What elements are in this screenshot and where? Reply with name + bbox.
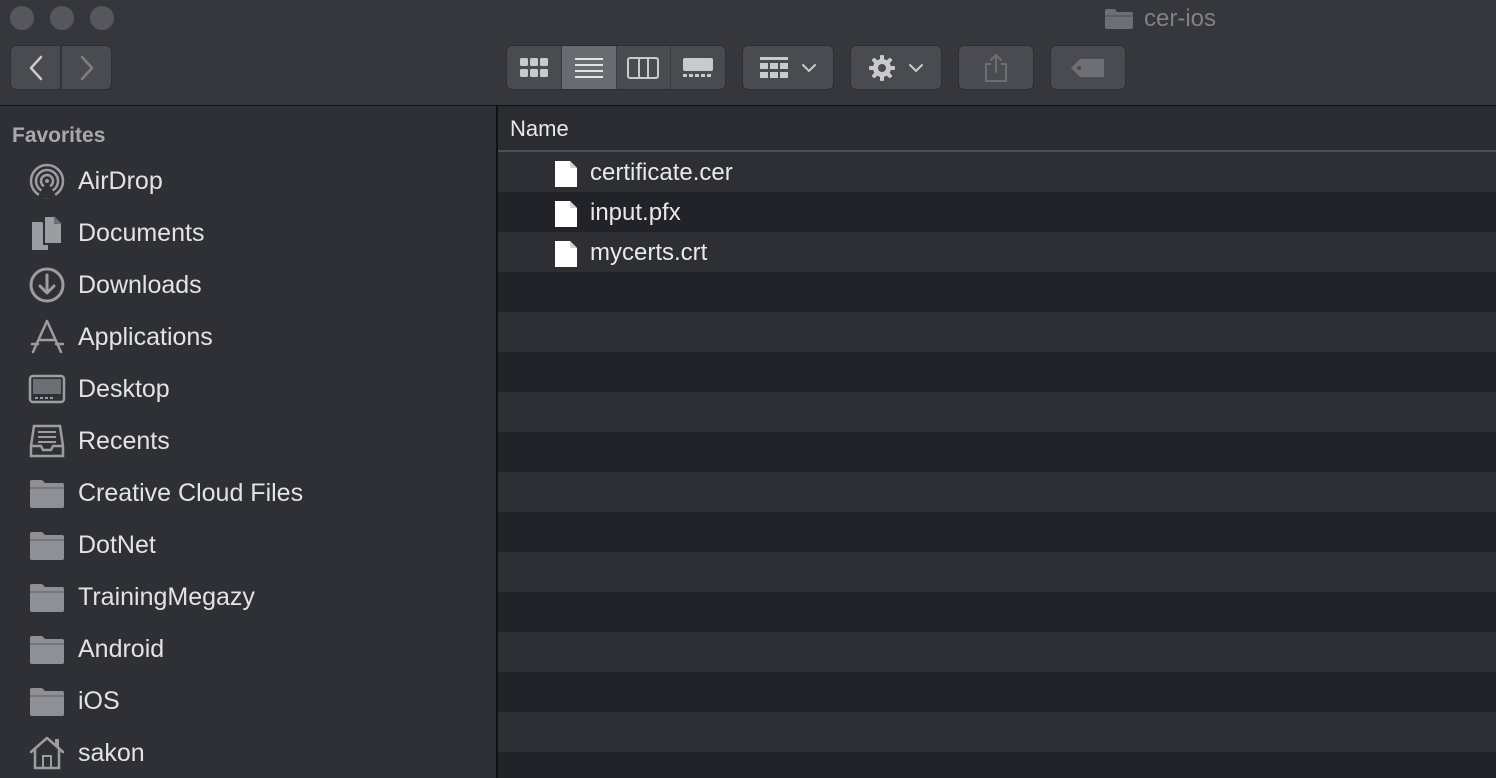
column-header-name[interactable]: Name — [498, 106, 1496, 152]
sidebar-item-sakon[interactable]: sakon — [28, 731, 488, 775]
sidebar-item-applications[interactable]: Applications — [28, 315, 488, 359]
empty-row — [498, 312, 1496, 352]
sidebar-item-label: Downloads — [78, 270, 202, 299]
chevron-right-icon — [80, 55, 93, 80]
folder-icon — [1105, 9, 1133, 29]
close-window-button[interactable] — [10, 6, 34, 30]
list-icon — [574, 57, 603, 78]
file-name: mycerts.crt — [590, 239, 708, 266]
view-mode-selector — [506, 45, 726, 90]
sidebar-item-creative-cloud-files[interactable]: Creative Cloud Files — [28, 471, 488, 515]
airdrop-icon — [28, 162, 66, 200]
sidebar-item-trainingmegazy[interactable]: TrainingMegazy — [28, 575, 488, 619]
folder-icon — [28, 630, 66, 668]
columns-icon — [627, 56, 660, 79]
folder-icon — [28, 578, 66, 616]
empty-row — [498, 712, 1496, 752]
recents-icon — [28, 422, 66, 460]
sidebar-item-label: Applications — [78, 322, 213, 351]
sidebar-item-label: Android — [78, 634, 165, 663]
minimize-window-button[interactable] — [50, 6, 74, 30]
sidebar-item-documents[interactable]: Documents — [28, 211, 488, 255]
group-by-button[interactable] — [742, 45, 834, 90]
file-name: input.pfx — [590, 199, 681, 226]
sidebar-heading-favorites: Favorites — [12, 124, 106, 147]
share-button[interactable] — [958, 45, 1034, 90]
list-view-button[interactable] — [560, 46, 616, 89]
document-file-icon — [555, 241, 577, 267]
sidebar-item-android[interactable]: Android — [28, 627, 488, 671]
sidebar-item-airdrop[interactable]: AirDrop — [28, 159, 488, 203]
action-menu-button[interactable] — [850, 45, 942, 90]
sidebar-item-label: iOS — [78, 686, 120, 715]
forward-button[interactable] — [61, 45, 112, 90]
sidebar-item-ios[interactable]: iOS — [28, 679, 488, 723]
folder-icon — [28, 474, 66, 512]
sidebar-item-label: AirDrop — [78, 166, 163, 195]
chevron-down-icon — [909, 63, 923, 72]
gallery-icon — [683, 57, 714, 77]
empty-row — [498, 392, 1496, 432]
gallery-view-button[interactable] — [670, 46, 725, 89]
window-title: cer-ios — [1104, 4, 1216, 34]
sidebar-item-label: Desktop — [78, 374, 170, 403]
column-view-button[interactable] — [615, 46, 671, 89]
toolbar: cer-ios — [0, 0, 1496, 106]
sidebar-item-dotnet[interactable]: DotNet — [28, 523, 488, 567]
file-row[interactable]: certificate.cer — [498, 152, 1496, 192]
tags-button[interactable] — [1050, 45, 1126, 90]
chevron-down-icon — [802, 63, 816, 72]
gear-icon — [869, 54, 895, 81]
downloads-icon — [28, 266, 66, 304]
empty-row — [498, 552, 1496, 592]
empty-row — [498, 272, 1496, 312]
group-icon — [760, 56, 788, 78]
documents-icon — [28, 214, 66, 252]
zoom-window-button[interactable] — [90, 6, 114, 30]
desktop-icon — [28, 370, 66, 408]
sidebar-item-recents[interactable]: Recents — [28, 419, 488, 463]
share-icon — [985, 53, 1007, 82]
file-name: certificate.cer — [590, 159, 733, 186]
sidebar: Favorites AirDrop Documents Downloads Ap… — [0, 106, 498, 778]
sidebar-item-label: Documents — [78, 218, 205, 247]
sidebar-item-label: DotNet — [78, 530, 156, 559]
file-row[interactable]: mycerts.crt — [498, 232, 1496, 272]
empty-row — [498, 512, 1496, 552]
empty-row — [498, 592, 1496, 632]
sidebar-item-desktop[interactable]: Desktop — [28, 367, 488, 411]
finder-window: cer-ios Favorites AirDrop Documents Down… — [0, 0, 1496, 778]
column-header-label: Name — [510, 116, 569, 141]
icon-view-button[interactable] — [507, 46, 561, 89]
empty-row — [498, 752, 1496, 778]
navigation-buttons — [10, 45, 112, 90]
tag-icon — [1071, 58, 1104, 77]
sidebar-item-label: TrainingMegazy — [78, 582, 255, 611]
empty-row — [498, 632, 1496, 672]
folder-icon — [28, 682, 66, 720]
document-file-icon — [555, 161, 577, 187]
back-button[interactable] — [10, 45, 61, 90]
home-icon — [28, 734, 66, 772]
chevron-left-icon — [29, 55, 42, 80]
file-rows: certificate.cer input.pfx mycerts.crt — [498, 152, 1496, 778]
empty-row — [498, 472, 1496, 512]
sidebar-item-label: Creative Cloud Files — [78, 478, 304, 507]
sidebar-item-label: Recents — [78, 426, 170, 455]
applications-icon — [28, 318, 66, 356]
empty-row — [498, 672, 1496, 712]
empty-row — [498, 352, 1496, 392]
empty-row — [498, 432, 1496, 472]
file-row[interactable]: input.pfx — [498, 192, 1496, 232]
sidebar-item-label: sakon — [78, 738, 145, 767]
folder-icon — [28, 526, 66, 564]
grid-icon — [519, 57, 548, 77]
window-title-label: cer-ios — [1144, 5, 1217, 32]
sidebar-item-downloads[interactable]: Downloads — [28, 263, 488, 307]
document-file-icon — [555, 201, 577, 227]
file-list: Name certificate.cer input.pfx mycerts.c… — [498, 106, 1496, 778]
